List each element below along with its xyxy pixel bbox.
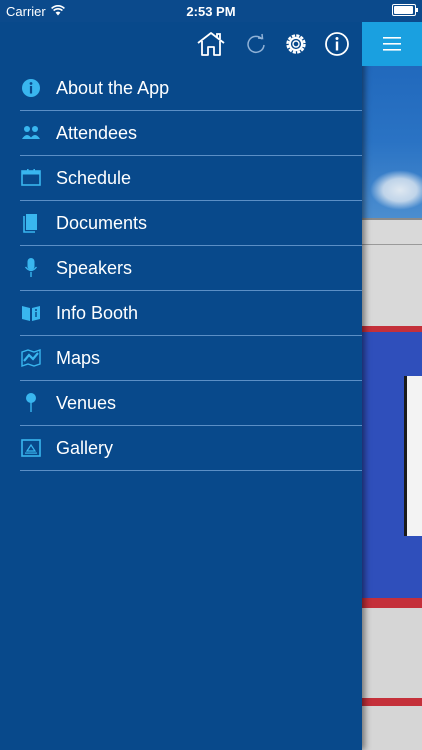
building-red-band — [362, 598, 422, 608]
status-time: 2:53 PM — [186, 4, 236, 19]
menu-item-label: Schedule — [56, 167, 132, 188]
pin-icon — [20, 392, 42, 414]
menu-item-label: Venues — [56, 392, 117, 413]
status-right — [388, 4, 418, 16]
app-screen: Carrier 2:53 PM About the App Attendees … — [0, 0, 422, 750]
menu-item-label: Gallery — [56, 437, 114, 458]
menu-item-label: Documents — [56, 212, 148, 233]
building-upper-wall — [362, 218, 422, 330]
building-lower-wall — [362, 608, 422, 750]
documents-icon — [20, 212, 42, 234]
building-sign — [404, 376, 422, 536]
info-icon[interactable] — [322, 29, 352, 59]
info-booth-icon — [20, 302, 42, 324]
menu-item-maps[interactable]: Maps — [20, 336, 362, 381]
menu-item-attendees[interactable]: Attendees — [20, 111, 362, 156]
background-photo — [362, 0, 422, 750]
gallery-icon — [20, 437, 42, 459]
menu-item-label: Attendees — [56, 122, 138, 143]
menu-item-venues[interactable]: Venues — [20, 381, 362, 426]
menu-item-label: Maps — [56, 347, 101, 368]
hamburger-menu-button[interactable] — [362, 22, 422, 66]
attendees-icon — [20, 122, 42, 144]
menu-item-info-booth[interactable]: Info Booth — [20, 291, 362, 336]
schedule-icon — [20, 167, 42, 189]
menu-item-label: Info Booth — [56, 302, 139, 323]
status-bar: Carrier 2:53 PM — [0, 0, 422, 22]
battery-icon — [392, 4, 418, 16]
menu-list: About the App Attendees Schedule Documen… — [0, 66, 362, 471]
refresh-icon[interactable] — [241, 29, 271, 59]
menu-item-label: Speakers — [56, 257, 133, 278]
map-icon — [20, 347, 42, 369]
gear-icon[interactable] — [281, 29, 311, 59]
menu-item-label: About the App — [56, 77, 170, 98]
info-icon — [20, 77, 42, 99]
menu-item-documents[interactable]: Documents — [20, 201, 362, 246]
navigation-drawer: About the App Attendees Schedule Documen… — [0, 22, 362, 750]
microphone-icon — [20, 257, 42, 279]
cloud — [370, 170, 422, 210]
hamburger-icon — [383, 37, 401, 51]
menu-item-speakers[interactable]: Speakers — [20, 246, 362, 291]
menu-item-schedule[interactable]: Schedule — [20, 156, 362, 201]
menu-item-gallery[interactable]: Gallery — [20, 426, 362, 471]
home-icon[interactable] — [196, 29, 226, 59]
drawer-toolbar — [0, 22, 362, 66]
menu-item-about[interactable]: About the App — [20, 66, 362, 111]
